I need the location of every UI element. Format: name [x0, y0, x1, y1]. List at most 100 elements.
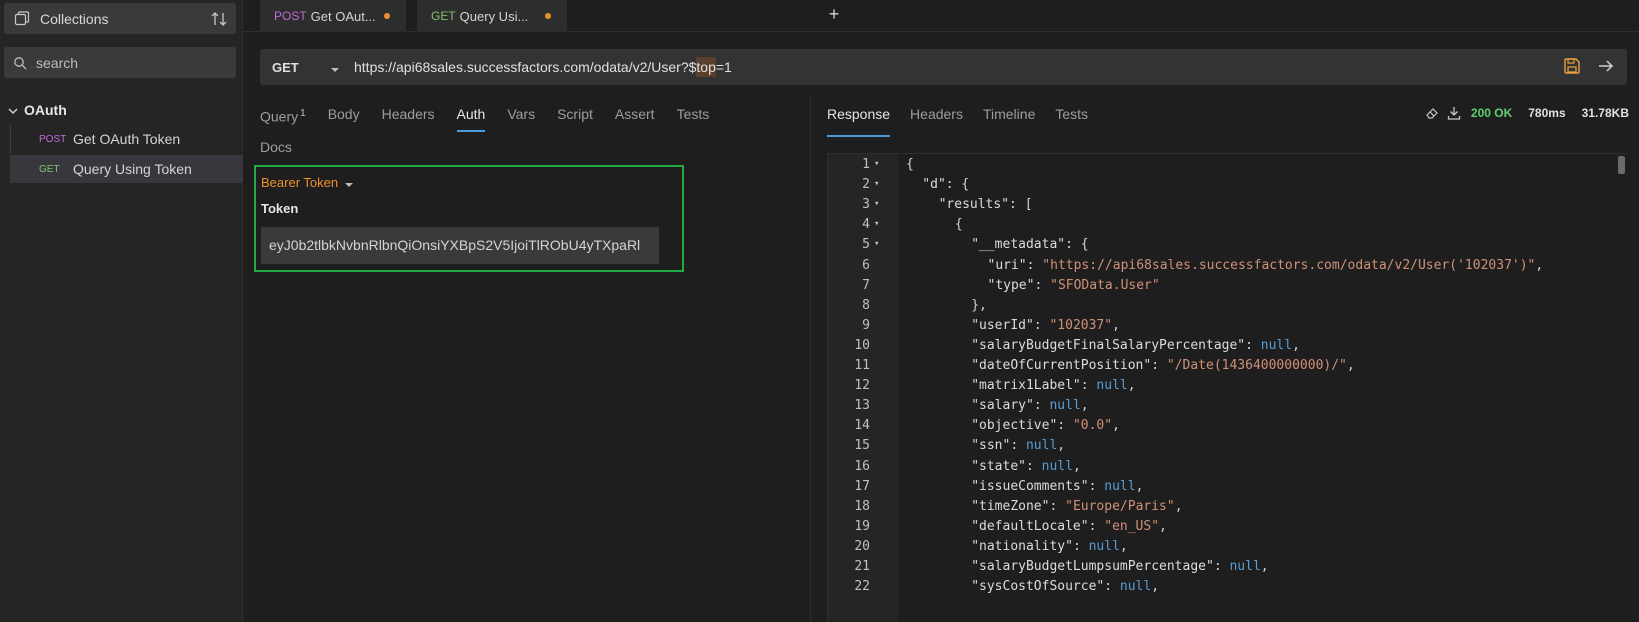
code-token: "ssn" — [971, 438, 1011, 454]
code-text: }, — [971, 295, 987, 316]
fold-caret-icon[interactable]: ▾ — [874, 234, 879, 255]
method-select[interactable]: GET — [272, 60, 326, 75]
code-line: 12 "matrix1Label": null, — [828, 375, 1628, 396]
line-number: 15 — [854, 438, 870, 454]
line-number: 8 — [862, 297, 870, 313]
line-number: 13 — [854, 398, 870, 414]
code-text: "userId": "102037", — [971, 315, 1120, 336]
code-token: : — [1088, 518, 1105, 534]
response-size: 31.78KB — [1581, 106, 1629, 120]
line-number: 4 — [862, 217, 870, 233]
save-icon[interactable] — [1563, 57, 1581, 75]
tab-auth[interactable]: Auth — [456, 104, 485, 132]
line-number: 6 — [862, 257, 870, 273]
download-icon[interactable] — [1447, 106, 1461, 120]
tab-query-using-token[interactable]: GET Query Usi... — [417, 0, 567, 32]
code-token: : — [1034, 277, 1051, 293]
code-line: 8}, — [828, 295, 1628, 316]
fold-caret-icon[interactable]: ▾ — [874, 194, 879, 215]
tab-headers[interactable]: Headers — [382, 104, 435, 132]
code-token: { — [954, 217, 963, 233]
tab-body[interactable]: Body — [328, 104, 360, 132]
fold-caret-icon[interactable]: ▾ — [874, 154, 879, 175]
tab-docs[interactable]: Docs — [260, 139, 292, 155]
code-text: "salaryBudgetLumpsumPercentage": null, — [971, 556, 1268, 577]
code-token: , — [1080, 398, 1089, 414]
line-number: 3 — [862, 197, 870, 213]
tab-timeline[interactable]: Timeline — [983, 104, 1035, 132]
sidebar: Collections OAuth POST Get OAuth Token G… — [0, 0, 243, 622]
code-token: "0.0" — [1072, 418, 1113, 434]
collections-header[interactable]: Collections — [4, 3, 236, 34]
line-number: 16 — [854, 458, 870, 474]
tab-response[interactable]: Response — [827, 104, 891, 137]
code-text: "dateOfCurrentPosition": "/Date(14364000… — [971, 355, 1355, 376]
sidebar-item-get-oauth-token[interactable]: POST Get OAuth Token — [10, 125, 243, 153]
code-token: "https://api68sales.successfactors.com/o… — [1042, 257, 1536, 273]
code-text: "uri": "https://api68sales.successfactor… — [988, 255, 1544, 276]
code-token: null — [1096, 378, 1128, 394]
tab-response-headers[interactable]: Headers — [910, 104, 963, 132]
tab-response-tests[interactable]: Tests — [1055, 104, 1088, 132]
search-input[interactable] — [36, 54, 226, 71]
code-token: "results" — [938, 197, 1010, 213]
line-number: 22 — [854, 579, 870, 595]
tab-tests[interactable]: Tests — [677, 104, 710, 132]
code-token: "objective" — [971, 418, 1058, 434]
tab-get-oauth-token[interactable]: POST Get OAut... — [260, 0, 406, 32]
tab-label: Get OAut... — [310, 8, 376, 24]
code-line: 5 ▾ "__metadata": { — [828, 234, 1628, 255]
fold-caret-icon[interactable]: ▾ — [874, 214, 879, 235]
code-line: 21 "salaryBudgetLumpsumPercentage": null, — [828, 556, 1628, 577]
code-token: , — [1159, 518, 1167, 534]
line-number: 12 — [854, 378, 870, 394]
folder-oauth[interactable]: OAuth — [0, 97, 243, 123]
code-line: 11 "dateOfCurrentPosition": "/Date(143640… — [828, 355, 1628, 376]
code-text: "sysCostOfSource": null, — [971, 576, 1159, 597]
tab-script[interactable]: Script — [557, 104, 593, 132]
sidebar-item-label: Get OAuth Token — [73, 131, 181, 147]
tab-query[interactable]: Query 1 — [260, 104, 306, 132]
response-body-editor[interactable]: 1 ▾{2 ▾ "d": {3 ▾ "results": [4 ▾{5 ▾ "__metadat… — [827, 153, 1627, 622]
tab-label: Query Usi... — [459, 8, 529, 24]
code-token: "salaryBudgetLumpsumPercentage" — [971, 559, 1214, 574]
sort-icon[interactable] — [210, 10, 228, 28]
url-input[interactable]: https://api68sales.successfactors.com/od… — [354, 57, 732, 77]
auth-mode-select[interactable]: Bearer Token — [261, 175, 354, 190]
tab-vars[interactable]: Vars — [507, 104, 535, 132]
code-token: : — [1049, 498, 1066, 514]
response-meta: 200 OK 780ms 31.78KB — [1417, 106, 1629, 120]
code-line: 9 "userId": "102037", — [828, 315, 1628, 336]
url-bar: GET https://api68sales.successfactors.co… — [260, 49, 1627, 85]
code-line: 17 "issueComments": null, — [828, 476, 1628, 497]
code-token: , — [1112, 317, 1120, 333]
code-token: "102037" — [1049, 317, 1113, 333]
search-box[interactable] — [4, 47, 236, 78]
code-line: 15 "ssn": null, — [828, 435, 1628, 456]
code-text: "matrix1Label": null, — [971, 375, 1135, 396]
response-pane-tabs: Response Headers Timeline Tests — [827, 104, 1108, 137]
code-token: "nationality" — [971, 538, 1073, 554]
token-input[interactable]: eyJ0b2tlbkNvbnRlbnQiOnsiYXBpS2V5IjoiTlRO… — [261, 227, 659, 264]
line-number: 18 — [854, 498, 870, 514]
code-token: : — [1057, 418, 1073, 434]
add-tab-button[interactable]: + — [823, 3, 845, 25]
auth-mode-label: Bearer Token — [261, 175, 339, 190]
unsaved-dot-icon — [384, 13, 390, 19]
fold-caret-icon[interactable]: ▾ — [874, 174, 879, 195]
tab-assert[interactable]: Assert — [615, 104, 655, 132]
eraser-icon[interactable] — [1425, 106, 1439, 120]
code-text: "salaryBudgetFinalSalaryPercentage": nul… — [971, 335, 1300, 356]
pane-divider[interactable] — [810, 97, 811, 622]
code-token: "salary" — [971, 398, 1034, 414]
code-token: "uri" — [987, 257, 1027, 273]
code-token: : { — [945, 177, 970, 193]
send-arrow-icon[interactable] — [1597, 57, 1615, 75]
code-token: : — [1151, 358, 1167, 373]
code-token: , — [1072, 458, 1081, 474]
code-text: "defaultLocale": "en_US", — [971, 516, 1167, 537]
code-token: , — [1535, 257, 1544, 273]
caret-down-icon[interactable] — [330, 62, 340, 72]
request-pane-tabs: Query 1 Body Headers Auth Vars Script Ass… — [260, 104, 731, 132]
sidebar-item-query-using-token[interactable]: GET Query Using Token — [10, 155, 243, 183]
